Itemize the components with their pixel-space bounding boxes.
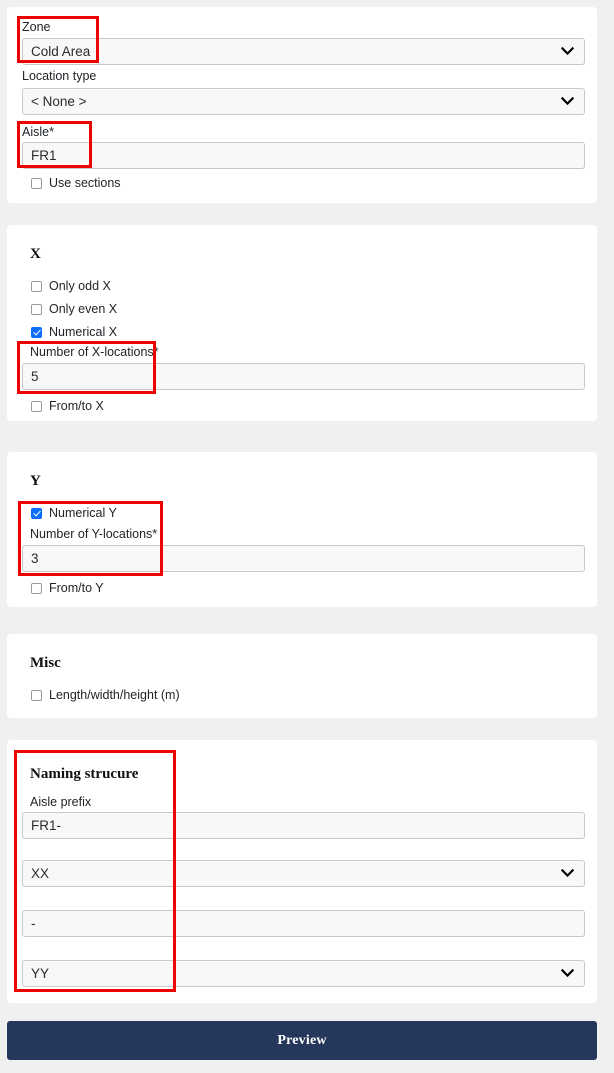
location-generator-form: Zone Cold Area Location type < None > Ai… xyxy=(0,0,614,1073)
aisle-prefix-input[interactable]: FR1- xyxy=(22,812,585,839)
zone-select[interactable]: Cold Area xyxy=(22,38,585,65)
y-card: Y Numerical Y Number of Y-locations* 3 F… xyxy=(7,452,597,607)
use-sections-checkbox[interactable] xyxy=(31,177,42,189)
from-to-x-checkbox-row[interactable]: From/to X xyxy=(31,397,104,415)
location-type-select[interactable]: < None > xyxy=(22,88,585,115)
aisle-prefix-value: FR1- xyxy=(31,818,61,833)
naming-structure-title: Naming strucure xyxy=(30,766,139,782)
length-width-height-checkbox-row[interactable]: Length/width/height (m) xyxy=(31,686,180,704)
chevron-down-icon xyxy=(561,39,574,64)
use-sections-label: Use sections xyxy=(49,175,121,190)
preview-button-label: Preview xyxy=(277,1032,327,1048)
use-sections-checkbox-row[interactable]: Use sections xyxy=(31,174,121,192)
x-token-select[interactable]: XX xyxy=(22,860,585,887)
from-to-y-checkbox[interactable] xyxy=(31,582,42,594)
numerical-x-checkbox[interactable] xyxy=(31,326,42,338)
x-card: X Only odd X Only even X Numerical X Num… xyxy=(7,225,597,421)
numerical-x-label: Numerical X xyxy=(49,324,118,339)
aisle-input[interactable]: FR1 xyxy=(22,142,585,169)
chevron-down-icon xyxy=(561,861,574,886)
length-width-height-checkbox[interactable] xyxy=(31,689,42,701)
x-token-value: XX xyxy=(31,866,50,881)
misc-card: Misc Length/width/height (m) xyxy=(7,634,597,718)
naming-structure-card: Naming strucure Aisle prefix FR1- XX - Y… xyxy=(7,740,597,1003)
numerical-y-label: Numerical Y xyxy=(49,505,117,520)
y-section-title: Y xyxy=(30,473,41,489)
numerical-y-checkbox[interactable] xyxy=(31,507,42,519)
only-odd-x-checkbox[interactable] xyxy=(31,280,42,292)
only-odd-x-label: Only odd X xyxy=(49,278,111,293)
numerical-y-checkbox-row[interactable]: Numerical Y xyxy=(31,504,117,522)
length-width-height-label: Length/width/height (m) xyxy=(49,687,180,702)
numerical-x-checkbox-row[interactable]: Numerical X xyxy=(31,323,117,341)
only-even-x-checkbox[interactable] xyxy=(31,303,42,315)
zone-card: Zone Cold Area Location type < None > Ai… xyxy=(7,7,597,203)
location-type-label: Location type xyxy=(22,69,97,83)
from-to-y-label: From/to Y xyxy=(49,580,104,595)
separator-input[interactable]: - xyxy=(22,910,585,937)
from-to-x-checkbox[interactable] xyxy=(31,400,42,412)
number-of-y-locations-input[interactable]: 3 xyxy=(22,545,585,572)
only-even-x-label: Only even X xyxy=(49,301,118,316)
zone-value: Cold Area xyxy=(31,44,91,59)
number-of-y-locations-value: 3 xyxy=(31,551,39,566)
number-of-y-locations-label: Number of Y-locations* xyxy=(30,527,158,541)
y-token-select[interactable]: YY xyxy=(22,960,585,987)
x-section-title: X xyxy=(30,246,41,262)
from-to-y-checkbox-row[interactable]: From/to Y xyxy=(31,579,104,597)
number-of-x-locations-input[interactable]: 5 xyxy=(22,363,585,390)
number-of-x-locations-value: 5 xyxy=(31,369,39,384)
aisle-prefix-label: Aisle prefix xyxy=(30,795,92,809)
misc-section-title: Misc xyxy=(30,655,61,671)
aisle-label: Aisle* xyxy=(22,125,54,139)
only-even-x-checkbox-row[interactable]: Only even X xyxy=(31,300,117,318)
chevron-down-icon xyxy=(561,961,574,986)
number-of-x-locations-label: Number of X-locations* xyxy=(30,345,159,359)
separator-value: - xyxy=(31,916,36,931)
chevron-down-icon xyxy=(561,89,574,114)
only-odd-x-checkbox-row[interactable]: Only odd X xyxy=(31,277,111,295)
location-type-value: < None > xyxy=(31,94,87,109)
preview-button[interactable]: Preview xyxy=(7,1021,597,1060)
y-token-value: YY xyxy=(31,966,50,981)
from-to-x-label: From/to X xyxy=(49,398,104,413)
aisle-value: FR1 xyxy=(31,148,57,163)
zone-label: Zone xyxy=(22,20,51,34)
